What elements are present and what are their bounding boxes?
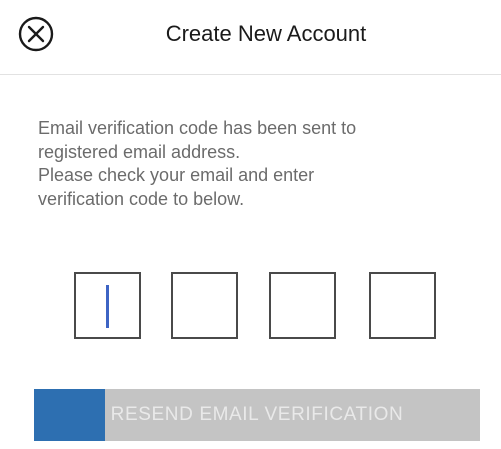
- code-digit-input-3[interactable]: [269, 272, 336, 339]
- header-divider: [0, 74, 501, 75]
- instruction-line: Please check your email and enter: [38, 165, 315, 185]
- page-title: Create New Account: [165, 21, 367, 46]
- close-icon[interactable]: [18, 16, 54, 52]
- instruction-line: verification code to below.: [38, 188, 245, 209]
- resend-button-label: RESEND EMAIL VERIFICATION: [110, 404, 404, 425]
- code-digit-input-4[interactable]: [369, 272, 436, 339]
- verification-instructions: Email verification code has been sent to…: [38, 117, 468, 211]
- instruction-line: registered email address.: [38, 141, 241, 162]
- code-digit-input-1[interactable]: [74, 272, 141, 339]
- code-digit-input-2[interactable]: [171, 272, 238, 339]
- instruction-line: Email verification code has been sent to: [38, 118, 357, 138]
- resend-email-verification-button[interactable]: RESEND EMAIL VERIFICATION: [34, 389, 480, 441]
- text-cursor: [106, 285, 109, 328]
- create-account-screen: Create New Account Email verification co…: [0, 0, 501, 449]
